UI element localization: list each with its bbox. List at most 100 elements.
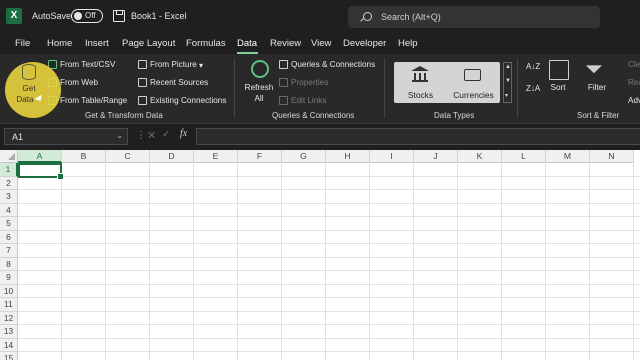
recent-sources-icon	[138, 78, 147, 87]
queries-icon	[279, 60, 288, 69]
currency-icon	[464, 69, 481, 81]
row-header-3[interactable]: 3	[0, 190, 18, 204]
column-header-d[interactable]: D	[150, 150, 194, 163]
tab-home[interactable]: Home	[47, 38, 72, 49]
refresh-all-label-2[interactable]: All	[243, 94, 275, 103]
row-header-5[interactable]: 5	[0, 217, 18, 231]
gridline-vertical	[325, 164, 326, 360]
column-header-a[interactable]: A	[18, 150, 62, 163]
refresh-all-label-1[interactable]: Refresh	[243, 83, 275, 92]
formula-input[interactable]	[196, 128, 640, 145]
group-label-data-types: Data Types	[434, 111, 475, 120]
toggle-knob-icon	[74, 12, 82, 20]
refresh-icon	[251, 60, 269, 78]
column-header-l[interactable]: L	[502, 150, 546, 163]
cancel-icon[interactable]: ✕	[147, 129, 156, 142]
column-header-i[interactable]: I	[370, 150, 414, 163]
from-text-csv-button[interactable]: From Text/CSV	[60, 60, 115, 69]
row-header-11[interactable]: 11	[0, 298, 18, 312]
advanced-filter-button[interactable]: Adv	[628, 96, 640, 105]
picture-icon	[138, 60, 147, 69]
from-picture-button[interactable]: From Picture	[150, 60, 197, 69]
gridline-vertical	[237, 164, 238, 360]
sort-descending-icon[interactable]: Z↓A	[526, 84, 540, 93]
stocks-button[interactable]: Stocks	[394, 62, 447, 103]
gridline-horizontal	[18, 324, 640, 325]
queries-connections-button[interactable]: Queries & Connections	[291, 60, 375, 69]
column-header-m[interactable]: M	[546, 150, 590, 163]
existing-connections-button[interactable]: Existing Connections	[150, 96, 226, 105]
worksheet-grid[interactable]: A B C D E F G H I J K L M N 1 2 3 4 5 6 7 8 9 10 11 12 13 14 15	[0, 150, 640, 360]
name-box[interactable]: A1 ⌄	[4, 128, 128, 145]
column-header-k[interactable]: K	[458, 150, 502, 163]
column-header-n[interactable]: N	[590, 150, 634, 163]
column-header-e[interactable]: E	[194, 150, 238, 163]
recent-sources-button[interactable]: Recent Sources	[150, 78, 208, 87]
column-header-h[interactable]: H	[326, 150, 370, 163]
row-header-12[interactable]: 12	[0, 311, 18, 325]
autosave-state: Off	[85, 11, 96, 20]
tab-developer[interactable]: Developer	[343, 38, 386, 49]
select-all-button[interactable]	[0, 150, 18, 163]
search-box[interactable]: Search (Alt+Q)	[348, 6, 600, 28]
column-header-c[interactable]: C	[106, 150, 150, 163]
row-header-2[interactable]: 2	[0, 176, 18, 190]
tab-data[interactable]: Data	[237, 38, 257, 49]
row-header-13[interactable]: 13	[0, 325, 18, 339]
row-header-6[interactable]: 6	[0, 230, 18, 244]
sort-ascending-icon[interactable]: A↓Z	[526, 62, 540, 71]
column-header-j[interactable]: J	[414, 150, 458, 163]
chevron-up-icon[interactable]: ▲	[505, 64, 511, 70]
filter-button[interactable]: Filter	[584, 83, 610, 92]
tab-review[interactable]: Review	[270, 38, 301, 49]
insert-function-button[interactable]: fx	[180, 128, 187, 139]
save-icon[interactable]	[113, 10, 125, 22]
row-header-4[interactable]: 4	[0, 203, 18, 217]
row-header-8[interactable]: 8	[0, 257, 18, 271]
tab-view[interactable]: View	[311, 38, 331, 49]
row-header-7[interactable]: 7	[0, 244, 18, 258]
from-table-range-button[interactable]: From Table/Range	[60, 96, 127, 105]
group-label-sort-filter: Sort & Filter	[577, 111, 620, 120]
edit-links-button[interactable]: Edit Links	[291, 96, 327, 105]
column-header-b[interactable]: B	[62, 150, 106, 163]
active-cell-a1[interactable]	[18, 163, 64, 180]
gridline-horizontal	[18, 202, 640, 204]
chevron-down-icon[interactable]: ▼	[505, 78, 511, 84]
ribbon-tabs: File Home Insert Page Layout Formulas Da…	[0, 34, 640, 54]
tab-help[interactable]: Help	[398, 38, 418, 49]
gallery-scroll[interactable]: ▲ ▼ ▾	[503, 62, 512, 103]
reapply-filter-button[interactable]: Rea	[628, 78, 640, 87]
tab-insert[interactable]: Insert	[85, 38, 109, 49]
sort-button[interactable]: Sort	[545, 83, 571, 92]
search-icon	[363, 12, 372, 21]
properties-button[interactable]: Properties	[291, 78, 328, 87]
autosave-label: AutoSave	[32, 11, 72, 21]
row-header-9[interactable]: 9	[0, 271, 18, 285]
row-header-10[interactable]: 10	[0, 284, 18, 298]
name-box-value: A1	[12, 132, 24, 142]
tab-page-layout[interactable]: Page Layout	[122, 38, 175, 49]
row-header-15[interactable]: 15	[0, 352, 18, 360]
formula-bar: A1 ⌄ ⋮ ✕ ✓ fx	[0, 124, 640, 148]
chevron-down-icon: ▾	[199, 61, 204, 70]
clear-filter-button[interactable]: Cle	[628, 60, 640, 69]
autosave-toggle[interactable]: Off	[71, 9, 103, 23]
currencies-label: Currencies	[453, 90, 494, 100]
currencies-button[interactable]: Currencies	[447, 62, 500, 103]
sort-icon	[549, 60, 569, 80]
column-header-g[interactable]: G	[282, 150, 326, 163]
row-header-14[interactable]: 14	[0, 338, 18, 352]
search-placeholder: Search (Alt+Q)	[381, 12, 441, 22]
enter-icon[interactable]: ✓	[162, 129, 170, 140]
column-header-f[interactable]: F	[238, 150, 282, 163]
tab-file[interactable]: File	[15, 38, 30, 49]
tab-formulas[interactable]: Formulas	[186, 38, 226, 49]
chevron-down-icon[interactable]: ⌄	[116, 131, 123, 140]
more-icon[interactable]: ▾	[505, 92, 508, 99]
gridline-vertical	[281, 164, 282, 360]
row-header-1[interactable]: 1	[0, 163, 18, 177]
from-web-button[interactable]: From Web	[60, 78, 98, 87]
gridline-horizontal	[18, 297, 640, 298]
gridline-horizontal	[18, 351, 640, 352]
